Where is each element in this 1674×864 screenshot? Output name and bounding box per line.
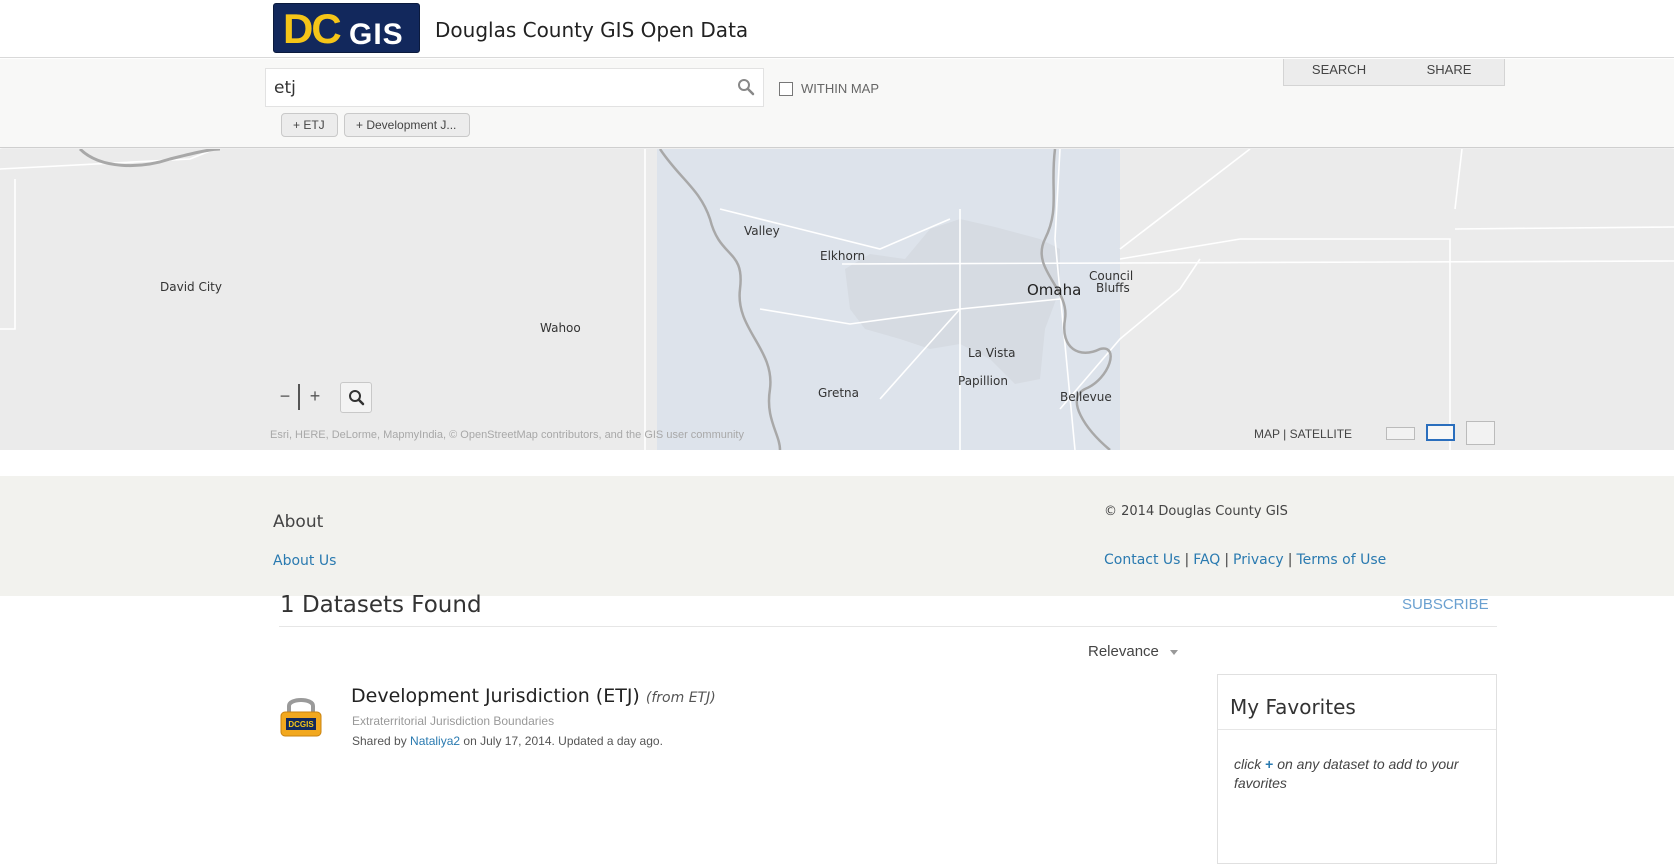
- within-map-label: WITHIN MAP: [801, 81, 879, 96]
- city-label-valley: Valley: [744, 224, 780, 238]
- search-box[interactable]: [265, 68, 764, 107]
- toolbar: SEARCH SHARE: [1283, 59, 1505, 86]
- search-input[interactable]: [274, 77, 714, 99]
- tag-etj-button[interactable]: + ETJ: [281, 113, 338, 137]
- lock-icon-text: DCGIS: [288, 720, 314, 729]
- site-header: DC GIS Douglas County GIS Open Data: [0, 0, 1674, 58]
- basemap-thumb-medium[interactable]: [1426, 424, 1455, 441]
- dcgis-logo[interactable]: DC GIS: [273, 3, 420, 53]
- share-tab-button[interactable]: SHARE: [1394, 59, 1504, 85]
- footer-separator: |: [1184, 552, 1190, 568]
- subscribe-link[interactable]: SUBSCRIBE: [1402, 596, 1489, 613]
- lock-dataset-icon[interactable]: DCGIS: [279, 692, 323, 738]
- map-search-button[interactable]: [340, 382, 372, 413]
- tag-development-button[interactable]: + Development J...: [344, 113, 470, 137]
- privacy-link[interactable]: Privacy: [1233, 552, 1284, 568]
- chevron-down-icon[interactable]: [1170, 650, 1178, 655]
- dataset-subtitle: Extraterritorial Jurisdiction Boundaries: [352, 714, 555, 728]
- dataset-source: (from ETJ): [645, 690, 716, 706]
- map-basemap: [0, 149, 1674, 450]
- city-label-bellevue: Bellevue: [1060, 390, 1112, 404]
- city-label-elkhorn: Elkhorn: [820, 249, 866, 263]
- city-label-omaha: Omaha: [1027, 281, 1082, 299]
- shared-suffix: on July 17, 2014. Updated a day ago.: [463, 734, 663, 748]
- results-count: 1 Datasets Found: [280, 592, 482, 618]
- city-label-bluffs: Bluffs: [1096, 281, 1130, 295]
- site-title[interactable]: Douglas County GIS Open Data: [435, 18, 748, 42]
- basemap-thumb-small[interactable]: [1386, 427, 1415, 440]
- zoom-in-button[interactable]: +: [301, 382, 329, 412]
- zoom-out-button[interactable]: −: [271, 382, 299, 412]
- sort-dropdown[interactable]: Relevance: [1088, 643, 1159, 660]
- favorites-note: click + on any dataset to add to your fa…: [1234, 755, 1484, 793]
- zoom-divider: [298, 384, 300, 410]
- about-us-link[interactable]: About Us: [273, 553, 336, 569]
- within-map-checkbox[interactable]: WITHIN MAP: [779, 81, 879, 96]
- dataset-meta: Shared by Nataliya2 on July 17, 2014. Up…: [352, 734, 663, 748]
- terms-of-use-link[interactable]: Terms of Use: [1296, 552, 1386, 568]
- city-label-la-vista: La Vista: [968, 346, 1016, 360]
- basemap-toggle[interactable]: MAP | SATELLITE: [1254, 427, 1352, 441]
- shared-prefix: Shared by: [352, 734, 407, 748]
- results-divider: [279, 626, 1497, 627]
- plus-icon: +: [1265, 756, 1274, 772]
- author-link[interactable]: Nataliya2: [410, 734, 460, 748]
- map-view[interactable]: Valley Elkhorn Omaha Council Bluffs Davi…: [0, 149, 1674, 450]
- favorites-divider: [1218, 729, 1496, 730]
- contact-us-link[interactable]: Contact Us: [1104, 552, 1180, 568]
- copyright-text: © 2014 Douglas County GIS: [1104, 504, 1288, 519]
- logo-gis-text: GIS: [349, 18, 404, 51]
- footer-separator: |: [1224, 552, 1230, 568]
- logo-dc-text: DC: [283, 5, 342, 52]
- my-favorites-panel: My Favorites click + on any dataset to a…: [1217, 674, 1497, 864]
- city-label-gretna: Gretna: [818, 386, 860, 400]
- faq-link[interactable]: FAQ: [1193, 552, 1220, 568]
- dataset-title-link[interactable]: Development Jurisdiction (ETJ): [351, 685, 640, 707]
- map-attribution: Esri, HERE, DeLorme, MapmyIndia, © OpenS…: [270, 429, 744, 441]
- city-label-david-city: David City: [160, 280, 222, 294]
- magnifier-icon: [349, 390, 365, 406]
- favorites-note-prefix: click: [1234, 756, 1262, 772]
- search-band: WITHIN MAP + ETJ + Development J... SEAR…: [0, 59, 1674, 148]
- footer-separator: |: [1287, 552, 1293, 568]
- city-label-wahoo: Wahoo: [540, 321, 581, 335]
- footer-links: Contact Us | FAQ | Privacy | Terms of Use: [1104, 552, 1386, 568]
- search-tab-button[interactable]: SEARCH: [1284, 59, 1394, 85]
- about-heading: About: [273, 512, 324, 532]
- search-icon[interactable]: [737, 78, 755, 96]
- checkbox-box[interactable]: [779, 81, 793, 96]
- footer-band: About About Us © 2014 Douglas County GIS…: [0, 476, 1674, 596]
- dataset-title: Development Jurisdiction (ETJ) (from ETJ…: [351, 685, 716, 707]
- city-label-papillion: Papillion: [958, 374, 1008, 388]
- basemap-thumb-large[interactable]: [1466, 421, 1495, 445]
- favorites-heading: My Favorites: [1230, 695, 1356, 719]
